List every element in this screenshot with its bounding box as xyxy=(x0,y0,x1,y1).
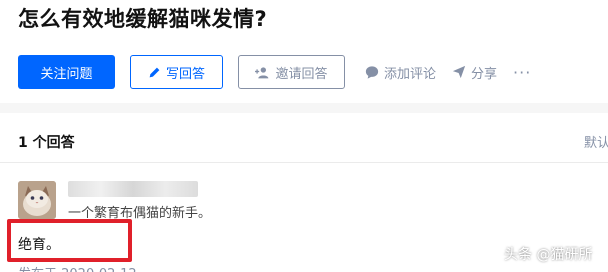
write-answer-label: 写回答 xyxy=(165,66,205,82)
follow-question-button[interactable]: 关注问题 xyxy=(18,55,115,89)
invite-answer-button[interactable]: 邀请回答 xyxy=(238,55,345,89)
publish-date: 发布于 2020-02-12 xyxy=(18,263,137,272)
more-options-button[interactable]: ··· xyxy=(513,55,531,89)
share-icon xyxy=(452,65,466,79)
add-comment-label: 添加评论 xyxy=(384,66,437,82)
divider xyxy=(0,162,608,163)
question-header: 怎么有效地缓解猫咪发情? 关注问题 写回答 邀请回答 添加评论 分享 ··· xyxy=(0,0,608,103)
add-comment-button[interactable]: 添加评论 xyxy=(365,55,436,89)
author-name-blurred[interactable] xyxy=(68,181,198,197)
add-user-icon xyxy=(255,66,270,79)
sort-dropdown[interactable]: 默认排序 xyxy=(584,132,608,151)
highlight-annotation xyxy=(7,219,132,262)
share-button[interactable]: 分享 xyxy=(452,55,497,89)
answer-count: 1 个回答 xyxy=(18,135,75,151)
pencil-icon xyxy=(148,66,161,79)
question-actions: 关注问题 写回答 邀请回答 添加评论 分享 ··· xyxy=(18,55,531,89)
comment-icon xyxy=(365,65,379,79)
write-answer-button[interactable]: 写回答 xyxy=(130,55,223,89)
share-label: 分享 xyxy=(471,66,498,82)
avatar[interactable] xyxy=(18,181,56,219)
watermark: 头条 @猫研所 xyxy=(504,247,593,263)
question-title: 怎么有效地缓解猫咪发情? xyxy=(18,7,268,31)
invite-answer-label: 邀请回答 xyxy=(275,66,328,82)
